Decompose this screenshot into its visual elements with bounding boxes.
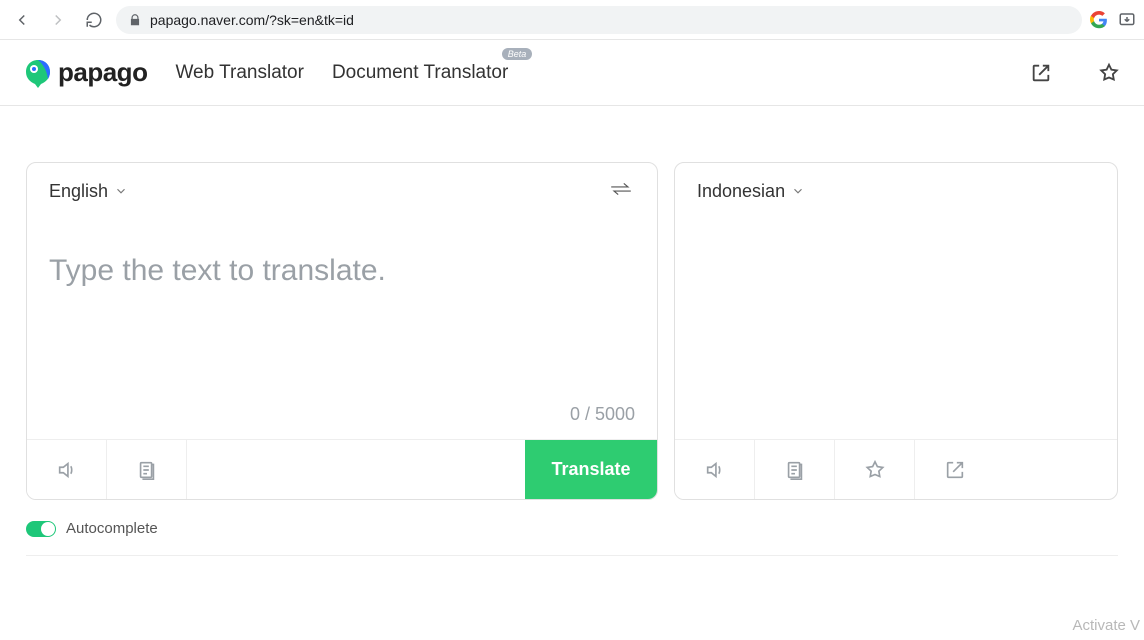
char-count: 0 / 5000 [570, 404, 635, 425]
lock-icon [128, 13, 142, 27]
source-panel: English Type the text to translate. 0 / … [26, 162, 658, 500]
source-copy-button[interactable] [107, 440, 187, 499]
nav-document-translator[interactable]: Document Translator Beta [332, 62, 508, 84]
target-lang-label: Indonesian [697, 181, 785, 202]
source-placeholder: Type the text to translate. [49, 254, 635, 288]
chevron-down-icon [791, 184, 805, 198]
target-panel: Indonesian [674, 162, 1118, 500]
install-icon[interactable] [1118, 11, 1136, 29]
source-lang-label: English [49, 181, 108, 202]
beta-badge: Beta [502, 48, 533, 60]
target-text-area [675, 219, 1117, 439]
browser-toolbar: papago.naver.com/?sk=en&tk=id [0, 0, 1144, 40]
source-text-area[interactable]: Type the text to translate. 0 / 5000 [27, 219, 657, 439]
autocomplete-toggle[interactable] [26, 521, 56, 537]
papago-logo[interactable]: papago [24, 57, 147, 88]
target-copy-button[interactable] [755, 440, 835, 499]
swap-languages-button[interactable] [607, 179, 635, 204]
target-speak-button[interactable] [675, 440, 755, 499]
divider [26, 555, 1118, 556]
favorite-button[interactable] [835, 440, 915, 499]
source-speak-button[interactable] [27, 440, 107, 499]
share-button[interactable] [915, 440, 995, 499]
google-icon[interactable] [1090, 11, 1108, 29]
star-icon[interactable] [1098, 62, 1120, 84]
forward-button[interactable] [44, 6, 72, 34]
url-text: papago.naver.com/?sk=en&tk=id [150, 12, 354, 28]
windows-activate-watermark: Activate V [1072, 617, 1140, 634]
back-button[interactable] [8, 6, 36, 34]
target-language-selector[interactable]: Indonesian [697, 181, 805, 202]
external-link-icon[interactable] [1030, 62, 1052, 84]
reload-button[interactable] [80, 6, 108, 34]
nav-web-translator[interactable]: Web Translator [175, 62, 303, 84]
brand-text: papago [58, 57, 147, 88]
autocomplete-label: Autocomplete [66, 520, 158, 537]
main-area: English Type the text to translate. 0 / … [0, 106, 1144, 500]
chevron-down-icon [114, 184, 128, 198]
parrot-icon [24, 58, 52, 88]
source-language-selector[interactable]: English [49, 181, 128, 202]
address-bar[interactable]: papago.naver.com/?sk=en&tk=id [116, 6, 1082, 34]
site-header: papago Web Translator Document Translato… [0, 40, 1144, 106]
autocomplete-row: Autocomplete [0, 500, 1144, 537]
translate-button[interactable]: Translate [525, 440, 657, 499]
nav-doc-label: Document Translator [332, 62, 508, 83]
